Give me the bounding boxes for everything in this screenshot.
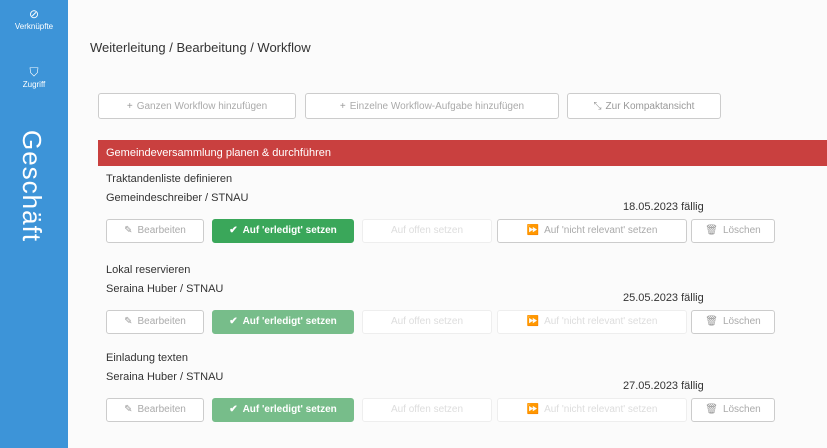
- set-done-button[interactable]: ✔ Auf 'erledigt' setzen: [212, 219, 354, 243]
- set-not-relevant-button[interactable]: ⏩ Auf 'nicht relevant' setzen: [497, 398, 687, 422]
- compact-view-button[interactable]: ⤡ Zur Kompaktansicht: [567, 93, 721, 119]
- delete-button[interactable]: 🗑 Löschen: [691, 398, 775, 422]
- fast-forward-icon: ⏩: [526, 225, 540, 236]
- task-due-date: 25.05.2023 fällig: [623, 292, 704, 304]
- set-done-button[interactable]: ✔ Auf 'erledigt' setzen: [212, 398, 354, 422]
- set-not-relevant-button[interactable]: ⏩ Auf 'nicht relevant' setzen: [497, 219, 687, 243]
- sidebar-item-verknuepfte[interactable]: ⊘ Verknüpfte: [0, 8, 68, 31]
- sidebar-item-label: Verknüpfte: [14, 22, 54, 31]
- task-assignee: Gemeindeschreiber / STNAU: [106, 192, 249, 204]
- set-done-label: Auf 'erledigt' setzen: [242, 404, 337, 415]
- pencil-icon: ✎: [124, 404, 133, 415]
- task-due-date: 27.05.2023 fällig: [623, 380, 704, 392]
- sidebar: ⊘ Verknüpfte ⛉ Zugriff Geschäft: [0, 0, 68, 448]
- sidebar-section-label: Geschäft: [17, 130, 47, 243]
- edit-button[interactable]: ✎ Bearbeiten: [106, 219, 204, 243]
- set-not-relevant-label: Auf 'nicht relevant' setzen: [544, 404, 658, 415]
- plus-icon: +: [339, 101, 346, 112]
- compress-icon: ⤡: [593, 101, 602, 112]
- trash-icon: 🗑: [705, 404, 718, 415]
- plus-icon: +: [126, 101, 133, 112]
- set-open-label: Auf offen setzen: [390, 404, 464, 415]
- set-open-label: Auf offen setzen: [390, 316, 464, 327]
- add-workflow-label: Ganzen Workflow hinzufügen: [136, 101, 268, 112]
- delete-button[interactable]: 🗑 Löschen: [691, 310, 775, 334]
- edit-label: Bearbeiten: [137, 225, 186, 236]
- workflow-group-header: Gemeindeversammlung planen & durchführen: [98, 140, 827, 166]
- edit-label: Bearbeiten: [137, 404, 186, 415]
- task-assignee: Seraina Huber / STNAU: [106, 283, 224, 295]
- task-assignee: Seraina Huber / STNAU: [106, 371, 224, 383]
- set-not-relevant-button[interactable]: ⏩ Auf 'nicht relevant' setzen: [497, 310, 687, 334]
- fast-forward-icon: ⏩: [526, 404, 540, 415]
- task-due-date: 18.05.2023 fällig: [623, 201, 704, 213]
- set-open-label: Auf offen setzen: [390, 225, 464, 236]
- compact-view-label: Zur Kompaktansicht: [605, 101, 695, 112]
- task-item: Einladung texten Seraina Huber / STNAU 2…: [106, 352, 796, 432]
- set-done-label: Auf 'erledigt' setzen: [242, 225, 337, 236]
- trash-icon: 🗑: [705, 316, 718, 327]
- breadcrumb: Weiterleitung / Bearbeitung / Workflow: [90, 40, 311, 55]
- add-workflow-button[interactable]: + Ganzen Workflow hinzufügen: [98, 93, 296, 119]
- edit-label: Bearbeiten: [137, 316, 186, 327]
- delete-label: Löschen: [722, 404, 761, 415]
- edit-button[interactable]: ✎ Bearbeiten: [106, 310, 204, 334]
- check-icon: ✔: [229, 404, 238, 415]
- set-open-button[interactable]: Auf offen setzen: [362, 398, 492, 422]
- set-done-button[interactable]: ✔ Auf 'erledigt' setzen: [212, 310, 354, 334]
- task-item: Lokal reservieren Seraina Huber / STNAU …: [106, 264, 796, 344]
- fast-forward-icon: ⏩: [526, 316, 540, 327]
- pencil-icon: ✎: [124, 316, 133, 327]
- main-content: Weiterleitung / Bearbeitung / Workflow +…: [68, 0, 827, 448]
- set-open-button[interactable]: Auf offen setzen: [362, 310, 492, 334]
- set-done-label: Auf 'erledigt' setzen: [242, 316, 337, 327]
- task-title: Einladung texten: [106, 352, 188, 364]
- task-title: Traktandenliste definieren: [106, 173, 233, 185]
- task-item: Traktandenliste definieren Gemeindeschre…: [106, 173, 796, 253]
- edit-button[interactable]: ✎ Bearbeiten: [106, 398, 204, 422]
- trash-icon: 🗑: [705, 225, 718, 236]
- task-title: Lokal reservieren: [106, 264, 191, 276]
- sidebar-item-label: Zugriff: [22, 80, 46, 89]
- link-icon: ⊘: [28, 7, 40, 21]
- set-not-relevant-label: Auf 'nicht relevant' setzen: [544, 225, 658, 236]
- sidebar-item-zugriff[interactable]: ⛉ Zugriff: [0, 66, 68, 89]
- add-task-label: Einzelne Workflow-Aufgabe hinzufügen: [349, 101, 525, 112]
- delete-button[interactable]: 🗑 Löschen: [691, 219, 775, 243]
- pencil-icon: ✎: [124, 225, 133, 236]
- shield-icon: ⛉: [29, 65, 39, 79]
- set-open-button[interactable]: Auf offen setzen: [362, 219, 492, 243]
- check-icon: ✔: [229, 316, 238, 327]
- delete-label: Löschen: [722, 225, 761, 236]
- add-task-button[interactable]: + Einzelne Workflow-Aufgabe hinzufügen: [305, 93, 559, 119]
- delete-label: Löschen: [722, 316, 761, 327]
- check-icon: ✔: [229, 225, 238, 236]
- set-not-relevant-label: Auf 'nicht relevant' setzen: [544, 316, 658, 327]
